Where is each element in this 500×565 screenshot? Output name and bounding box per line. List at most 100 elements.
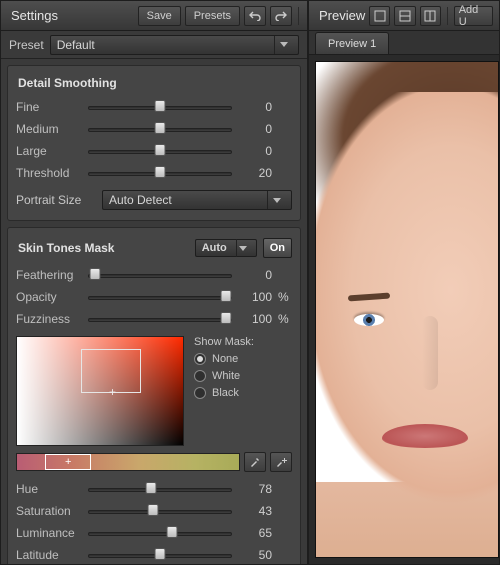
latitude-value: 50 — [238, 548, 272, 562]
opacity-unit: % — [278, 290, 292, 304]
plus-icon: + — [65, 454, 71, 470]
undo-icon — [249, 11, 261, 21]
portrait-eye — [354, 314, 384, 326]
preset-label: Preset — [9, 38, 44, 52]
latitude-row: Latitude 50 — [16, 544, 292, 564]
hue-slider[interactable] — [88, 482, 232, 496]
portrait-nose — [422, 316, 438, 390]
threshold-slider[interactable] — [88, 166, 232, 180]
latitude-label: Latitude — [16, 548, 82, 562]
add-button[interactable]: Add U — [454, 6, 493, 26]
large-value: 0 — [238, 144, 272, 158]
medium-value: 0 — [238, 122, 272, 136]
portrait-size-row: Portrait Size Auto Detect — [16, 188, 292, 212]
fine-slider[interactable] — [88, 100, 232, 114]
preset-row: Preset Default — [1, 31, 307, 59]
presets-button[interactable]: Presets — [185, 6, 240, 26]
preset-select[interactable]: Default — [50, 35, 299, 55]
radio-icon — [194, 353, 206, 365]
detail-smoothing-section: Detail Smoothing Fine 0 Medium 0 Large — [7, 65, 301, 221]
large-row: Large 0 — [16, 140, 292, 162]
medium-row: Medium 0 — [16, 118, 292, 140]
chevron-down-icon — [267, 191, 285, 209]
opacity-slider[interactable] — [88, 290, 232, 304]
split-horizontal-icon — [399, 10, 411, 22]
feathering-label: Feathering — [16, 268, 82, 282]
luminance-row: Luminance 65 — [16, 522, 292, 544]
medium-slider[interactable] — [88, 122, 232, 136]
tab-preview-1[interactable]: Preview 1 — [315, 32, 389, 54]
portrait-size-select[interactable]: Auto Detect — [102, 190, 292, 210]
feathering-value: 0 — [238, 268, 272, 282]
skin-tones-section: Skin Tones Mask Auto On Feathering 0 Opa… — [7, 227, 301, 564]
radio-icon — [194, 387, 206, 399]
threshold-label: Threshold — [16, 166, 82, 180]
skin-on-toggle[interactable]: On — [263, 238, 292, 258]
preview-title: Preview — [315, 8, 365, 23]
opacity-value: 100 — [238, 290, 272, 304]
color-field[interactable]: + — [16, 336, 184, 446]
saturation-slider[interactable] — [88, 504, 232, 518]
opacity-row: Opacity 100 % — [16, 286, 292, 308]
fuzziness-unit: % — [278, 312, 292, 326]
show-mask-label: Show Mask: — [194, 336, 254, 348]
eyedropper-add-button[interactable] — [270, 452, 292, 472]
radio-icon — [194, 370, 206, 382]
luminance-label: Luminance — [16, 526, 82, 540]
saturation-value: 43 — [238, 504, 272, 518]
latitude-slider[interactable] — [88, 548, 232, 562]
mask-none-radio[interactable]: None — [194, 353, 254, 365]
single-view-icon — [374, 10, 386, 22]
undo-button[interactable] — [244, 6, 266, 26]
hue-strip[interactable]: + — [16, 453, 240, 471]
skin-auto-select[interactable]: Auto — [195, 239, 257, 257]
threshold-row: Threshold 20 — [16, 162, 292, 184]
preview-tabstrip: Preview 1 — [309, 31, 499, 55]
fine-value: 0 — [238, 100, 272, 114]
view-single-button[interactable] — [369, 6, 390, 26]
split-vertical-icon — [424, 10, 436, 22]
luminance-slider[interactable] — [88, 526, 232, 540]
show-mask-group: Show Mask: None White Black — [194, 336, 254, 446]
preview-header: Preview Add U — [309, 1, 499, 31]
chevron-down-icon — [236, 239, 250, 257]
hue-label: Hue — [16, 482, 82, 496]
preset-value: Default — [57, 38, 95, 52]
portrait-face — [315, 92, 499, 532]
threshold-value: 20 — [238, 166, 272, 180]
save-button[interactable]: Save — [138, 6, 181, 26]
view-split-h-button[interactable] — [394, 6, 415, 26]
feathering-slider[interactable] — [88, 268, 232, 282]
mask-white-radio[interactable]: White — [194, 370, 254, 382]
medium-label: Medium — [16, 122, 82, 136]
preview-image[interactable] — [315, 61, 499, 558]
mask-black-radio[interactable]: Black — [194, 387, 254, 399]
settings-header: Settings Save Presets — [1, 1, 307, 31]
color-area: + Show Mask: None White Black — [16, 336, 292, 446]
fuzziness-row: Fuzziness 100 % — [16, 308, 292, 330]
fuzziness-slider[interactable] — [88, 312, 232, 326]
fine-label: Fine — [16, 100, 82, 114]
hue-value: 78 — [238, 482, 272, 496]
redo-icon — [275, 11, 287, 21]
fine-row: Fine 0 — [16, 96, 292, 118]
portrait-lips — [382, 424, 468, 448]
chevron-down-icon — [274, 36, 292, 54]
view-split-v-button[interactable] — [420, 6, 441, 26]
hue-row: Hue 78 — [16, 478, 292, 500]
saturation-row: Saturation 43 — [16, 500, 292, 522]
opacity-label: Opacity — [16, 290, 82, 304]
large-label: Large — [16, 144, 82, 158]
eyedropper-button[interactable] — [244, 452, 266, 472]
portrait-size-value: Auto Detect — [109, 193, 172, 207]
settings-title: Settings — [7, 8, 58, 23]
redo-button[interactable] — [270, 6, 292, 26]
saturation-label: Saturation — [16, 504, 82, 518]
hue-strip-row: + — [16, 452, 292, 472]
large-slider[interactable] — [88, 144, 232, 158]
crosshair-icon: + — [109, 385, 116, 399]
eyedropper-plus-icon — [275, 456, 287, 468]
separator — [447, 7, 448, 25]
detail-smoothing-title: Detail Smoothing — [16, 72, 292, 96]
portrait-size-label: Portrait Size — [16, 193, 96, 207]
